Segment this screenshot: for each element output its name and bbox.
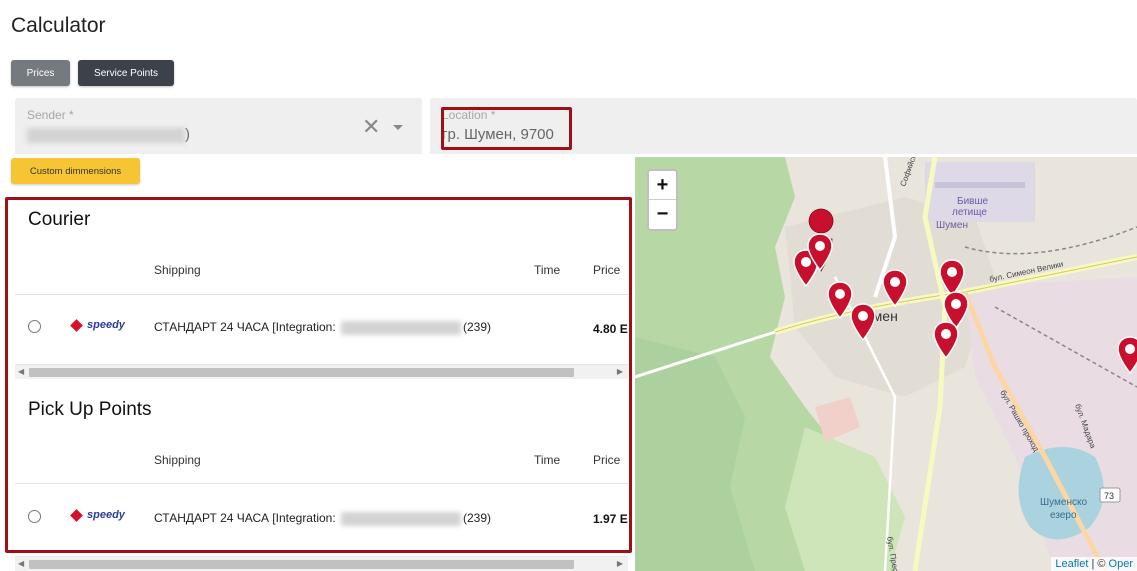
pickup-horizontal-scrollbar[interactable]: ◀ ▶ — [15, 556, 628, 571]
map-view[interactable]: Шумен Бивше летище Шумен бул. Симеон Вел… — [635, 157, 1137, 571]
clear-icon[interactable]: ✕ — [362, 116, 380, 138]
scroll-right-icon[interactable]: ▶ — [617, 367, 623, 376]
map-road-number: 73 — [1104, 491, 1114, 501]
divider — [15, 294, 628, 295]
courier-radio[interactable] — [28, 320, 41, 333]
scroll-left-icon[interactable]: ◀ — [18, 367, 24, 376]
zoom-out-button[interactable]: − — [649, 200, 676, 229]
map-airport-label: Бивше — [957, 196, 988, 207]
pickup-service-suffix: (239) — [463, 511, 492, 525]
map-pin-dot — [951, 299, 961, 309]
courier-price-header: Price — [593, 263, 621, 277]
map-lake-label: езеро — [1050, 510, 1077, 521]
map-pin-icon[interactable] — [882, 269, 908, 307]
scroll-right-icon[interactable]: ▶ — [617, 559, 623, 568]
map-pin-dot — [835, 289, 845, 299]
speedy-logo: speedy — [70, 508, 125, 522]
scrollbar-thumb[interactable] — [29, 368, 574, 377]
divider — [15, 483, 628, 484]
map-pin-dot — [815, 241, 825, 251]
pickup-time-header: Time — [534, 453, 561, 467]
openstreetmap-link[interactable]: Oper — [1109, 558, 1133, 570]
map-pin-dot — [858, 311, 868, 321]
chevron-down-icon[interactable] — [393, 125, 403, 130]
results-panel: Courier Shipping Time Price speedy СТАНД… — [15, 193, 628, 571]
courier-time-header: Time — [534, 263, 561, 277]
pickup-title: Pick Up Points — [28, 399, 152, 420]
courier-section: Courier Shipping Time Price speedy СТАНД… — [15, 193, 628, 382]
pickup-radio[interactable] — [28, 510, 41, 523]
map-pin-shape[interactable] — [807, 233, 833, 271]
map-pin-icon[interactable] — [1117, 336, 1137, 374]
map-pin-shape[interactable] — [1117, 336, 1137, 374]
attribution-separator: | © — [1088, 558, 1109, 570]
map-pin-dot — [941, 329, 951, 339]
pickup-service-prefix: СТАНДАРТ 24 ЧАСА [Integration: — [154, 511, 336, 525]
map-pin-dot — [947, 267, 957, 277]
prices-tab-button[interactable]: Prices — [11, 60, 70, 86]
map-pin-shape[interactable] — [882, 269, 908, 307]
map-airport-label: летище — [952, 207, 987, 218]
map-lake-label: Шуменско — [1040, 497, 1087, 508]
map-pin-icon[interactable] — [807, 233, 833, 271]
sender-label: Sender * — [27, 108, 74, 122]
map-pin-icon[interactable] — [933, 321, 959, 359]
map-pin-icon[interactable] — [850, 303, 876, 341]
map-airport-label: Шумен — [936, 220, 968, 231]
speedy-cube-icon — [70, 508, 83, 522]
zoom-in-button[interactable]: + — [649, 171, 676, 200]
speedy-cube-icon — [70, 318, 83, 332]
courier-service-suffix: (239) — [463, 320, 492, 334]
speedy-logo: speedy — [70, 318, 125, 332]
pickup-price-header: Price — [593, 453, 621, 467]
courier-shipping-header: Shipping — [154, 263, 201, 277]
courier-service-name: СТАНДАРТ 24 ЧАСА [Integration: (239) — [154, 320, 491, 335]
pickup-shipping-header: Shipping — [154, 453, 201, 467]
map-pin-dot — [890, 277, 900, 287]
map-attribution: Leaflet | © Oper — [1051, 557, 1137, 571]
scroll-left-icon[interactable]: ◀ — [18, 559, 24, 568]
custom-dimensions-button[interactable]: Custom dimmensions — [11, 158, 140, 184]
map-zoom-control: + − — [647, 169, 678, 231]
map-pin-shape[interactable] — [850, 303, 876, 341]
scrollbar-thumb[interactable] — [29, 560, 574, 569]
sender-value-redacted — [27, 127, 185, 143]
courier-horizontal-scrollbar[interactable]: ◀ ▶ — [15, 364, 628, 379]
service-points-tab-button[interactable]: Service Points — [78, 60, 174, 86]
page-title: Calculator — [11, 14, 106, 37]
sender-value: ) — [27, 126, 190, 143]
map-lake — [1018, 447, 1104, 540]
courier-service-redacted — [341, 320, 462, 335]
speedy-logo-text: speedy — [87, 509, 125, 521]
map-pin-shape[interactable] — [933, 321, 959, 359]
courier-title: Courier — [28, 209, 91, 230]
sender-value-suffix: ) — [185, 126, 190, 143]
map-pin-shape[interactable] — [827, 281, 853, 319]
pickup-price: 1.97 E — [593, 512, 628, 526]
map-tiles: Шумен Бивше летище Шумен бул. Симеон Вел… — [635, 157, 1137, 571]
sender-select[interactable]: Sender * ) ✕ — [15, 98, 422, 154]
pickup-service-name: СТАНДАРТ 24 ЧАСА [Integration: (239) — [154, 511, 491, 526]
pickup-service-redacted — [341, 511, 462, 526]
courier-price: 4.80 E — [593, 322, 628, 336]
speedy-logo-text: speedy — [87, 319, 125, 331]
courier-service-prefix: СТАНДАРТ 24 ЧАСА [Integration: — [154, 320, 336, 334]
map-runway — [935, 182, 1025, 188]
pickup-section: Pick Up Points Shipping Time Price speed… — [15, 382, 628, 571]
map-pin-dot — [1125, 344, 1135, 354]
leaflet-link[interactable]: Leaflet — [1055, 558, 1088, 570]
location-highlight-box — [441, 107, 572, 150]
